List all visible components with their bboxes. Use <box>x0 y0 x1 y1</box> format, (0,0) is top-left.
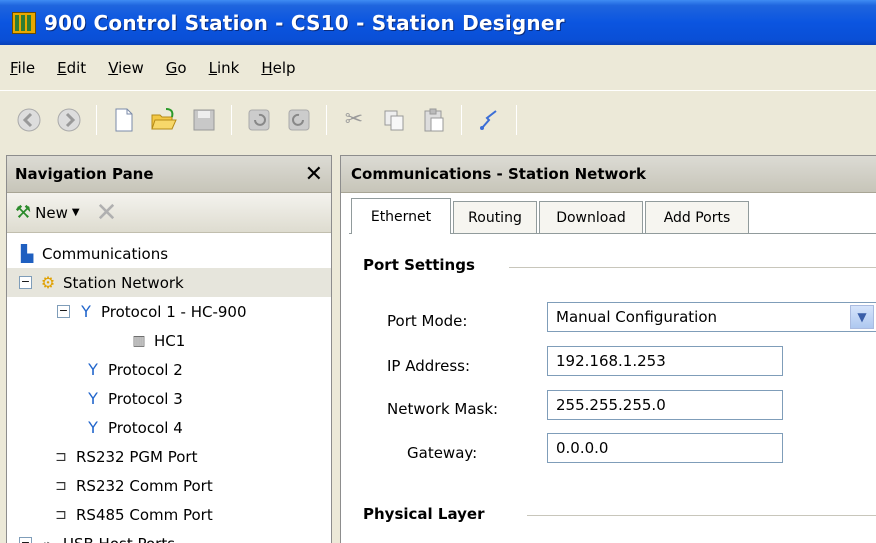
delete-icon[interactable]: ✕ <box>96 198 118 228</box>
navigation-tree: ▙ Communications − ⚙ Station Network − Y Protoc… <box>7 233 331 543</box>
tree-item-label: RS232 PGM Port <box>76 447 198 466</box>
link-icon[interactable] <box>474 105 504 135</box>
navigation-pane: Navigation Pane ✕ ⚒ New ▼ ✕ ▙ Communicati… <box>6 155 332 543</box>
toolbar-separator <box>326 104 327 135</box>
navigation-pane-title: Navigation Pane <box>15 165 154 183</box>
collapse-icon[interactable]: − <box>57 305 70 318</box>
navigation-pane-header: Navigation Pane ✕ <box>7 156 331 193</box>
copy-icon[interactable] <box>379 105 409 135</box>
menu-file[interactable]: File <box>10 59 35 77</box>
tree-item[interactable]: Y Protocol 2 <box>7 355 331 384</box>
section-divider <box>509 267 876 268</box>
protocol-icon: Y <box>81 302 91 321</box>
gateway-label: Gateway: <box>407 444 478 462</box>
protocol-icon: Y <box>88 418 98 437</box>
tree-item-label: RS485 Comm Port <box>76 505 213 524</box>
toolbar-separator <box>516 104 517 135</box>
menu-bar: File Edit View Go Link Help <box>0 45 876 90</box>
tree-item-label: Communications <box>42 244 169 263</box>
tab-routing[interactable]: Routing <box>453 201 537 233</box>
network-mask-input[interactable]: 255.255.255.0 <box>547 390 783 420</box>
tab-ethernet[interactable]: Ethernet <box>351 198 451 234</box>
tree-item-label: Protocol 4 <box>108 418 183 437</box>
new-item-icon: ⚒ <box>15 202 32 223</box>
tree-item[interactable]: ▙ Communications <box>7 239 331 268</box>
menu-view[interactable]: View <box>108 59 144 77</box>
gateway-input[interactable]: 0.0.0.0 <box>547 433 783 463</box>
window-title: 900 Control Station - CS10 - Station Des… <box>44 10 565 35</box>
tree-item[interactable]: − Y Protocol 1 - HC-900 <box>7 297 331 326</box>
content-title: Communications - Station Network <box>351 165 647 183</box>
cut-icon[interactable]: ✂ <box>339 105 369 135</box>
port-mode-value: Manual Configuration <box>556 308 718 326</box>
forward-icon[interactable] <box>54 105 84 135</box>
protocol-icon: Y <box>88 360 98 379</box>
tree-item[interactable]: − ⚙ Station Network <box>7 268 331 297</box>
communications-icon: ▙ <box>20 244 34 263</box>
ip-address-label: IP Address: <box>387 357 471 375</box>
menu-help[interactable]: Help <box>261 59 295 77</box>
port-settings-heading: Port Settings <box>363 256 475 274</box>
controller-icon: ▥ <box>132 332 146 349</box>
collapse-icon[interactable]: − <box>19 537 32 543</box>
toolbar: ✂ <box>0 90 876 148</box>
tree-item[interactable]: ⊐ RS232 Comm Port <box>7 471 331 500</box>
navigation-toolbar: ⚒ New ▼ ✕ <box>7 193 331 233</box>
menu-edit[interactable]: Edit <box>57 59 86 77</box>
open-folder-icon[interactable] <box>149 105 179 135</box>
content-header: Communications - Station Network <box>341 156 876 193</box>
tree-item-label: HC1 <box>154 331 186 350</box>
chevron-down-icon: ▼ <box>71 207 80 218</box>
toolbar-separator <box>231 104 232 135</box>
app-icon <box>12 11 36 34</box>
toolbar-separator <box>461 104 462 135</box>
port-mode-select[interactable]: Manual Configuration ▼ <box>547 302 876 332</box>
new-button-label: New <box>35 203 68 222</box>
physical-layer-heading: Physical Layer <box>363 505 485 523</box>
title-bar: 900 Control Station - CS10 - Station Des… <box>0 0 876 45</box>
section-divider <box>527 515 876 516</box>
tree-item-label: RS232 Comm Port <box>76 476 213 495</box>
chevron-down-icon[interactable]: ▼ <box>850 305 874 329</box>
tree-item[interactable]: Y Protocol 3 <box>7 384 331 413</box>
protocol-icon: Y <box>88 389 98 408</box>
toolbar-separator <box>96 104 97 135</box>
serial-port-icon: ⊐ <box>55 448 67 465</box>
network-mask-value: 255.255.255.0 <box>556 396 666 414</box>
port-mode-label: Port Mode: <box>387 312 468 330</box>
tab-strip: Ethernet Routing Download Add Ports <box>341 193 876 236</box>
tree-item-label: Protocol 3 <box>108 389 183 408</box>
tree-item[interactable]: ▥ HC1 <box>7 326 331 355</box>
menu-go[interactable]: Go <box>166 59 187 77</box>
serial-port-icon: ⊐ <box>55 477 67 494</box>
undo-icon[interactable] <box>244 105 274 135</box>
network-icon: ⚙ <box>40 273 56 292</box>
network-mask-label: Network Mask: <box>387 400 499 418</box>
new-button[interactable]: ⚒ New ▼ <box>15 202 80 223</box>
tab-add-ports[interactable]: Add Ports <box>645 201 749 233</box>
tree-item[interactable]: ⊐ RS485 Comm Port <box>7 500 331 529</box>
tree-item-label: Protocol 1 - HC-900 <box>101 302 247 321</box>
tree-item-label: USB Host Ports <box>63 535 175 543</box>
close-icon[interactable]: ✕ <box>305 162 323 187</box>
tree-item-label: Protocol 2 <box>108 360 183 379</box>
back-icon[interactable] <box>14 105 44 135</box>
tree-item[interactable]: Y Protocol 4 <box>7 413 331 442</box>
usb-icon: ⌁ <box>38 536 58 543</box>
tab-download[interactable]: Download <box>539 201 643 233</box>
gateway-value: 0.0.0.0 <box>556 439 609 457</box>
tree-item-label: Station Network <box>63 273 184 292</box>
ip-address-input[interactable]: 192.168.1.253 <box>547 346 783 376</box>
ip-address-value: 192.168.1.253 <box>556 352 666 370</box>
content-pane: Communications - Station Network Etherne… <box>340 155 876 543</box>
save-icon[interactable] <box>189 105 219 135</box>
paste-icon[interactable] <box>419 105 449 135</box>
tree-item[interactable]: −⌁ USB Host Ports <box>7 529 331 543</box>
redo-icon[interactable] <box>284 105 314 135</box>
menu-link[interactable]: Link <box>209 59 240 77</box>
tree-item[interactable]: ⊐ RS232 PGM Port <box>7 442 331 471</box>
new-document-icon[interactable] <box>109 105 139 135</box>
collapse-icon[interactable]: − <box>19 276 32 289</box>
serial-port-icon: ⊐ <box>55 506 67 523</box>
